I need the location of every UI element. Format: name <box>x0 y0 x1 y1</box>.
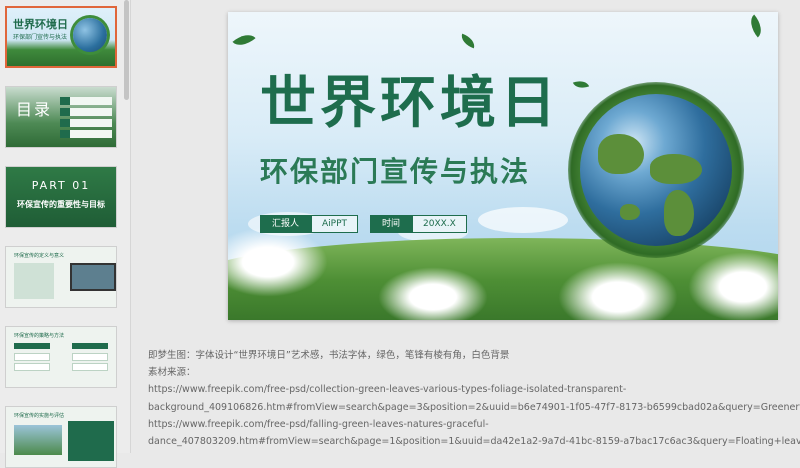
thumbnail-title: PART 01 <box>31 179 91 192</box>
slide-thumbnail-panel: 世界环境日 环保部门宣传与执法 目录 PART 01 环保宣传的重要性与目标 环… <box>0 0 131 468</box>
slide-thumbnail-5[interactable]: 环保宣传的策略与方法 <box>5 326 117 388</box>
slide-thumbnail-1[interactable]: 世界环境日 环保部门宣传与执法 <box>5 6 117 68</box>
thumbnail-title: 环保宣传的策略与方法 <box>14 333 65 339</box>
notes-line: background_409106826.htm#fromView=search… <box>148 401 800 413</box>
reporter-label: 汇报人 <box>260 215 312 233</box>
thumbnail-text-block <box>68 421 114 461</box>
earth-globe-image <box>580 94 732 246</box>
notes-line: dance_407803209.htm#fromView=search&page… <box>148 436 800 448</box>
thumbnail-title: 目录 <box>16 100 53 119</box>
thumbnail-text-block <box>14 263 54 299</box>
slide-thumbnail-6[interactable]: 环保宣传的实施与评估 <box>5 406 117 468</box>
thumbnail-subtitle: 环保部门宣传与执法 <box>13 34 68 41</box>
notes-line: 素材来源： <box>148 367 196 379</box>
slide-thumbnail-2[interactable]: 目录 <box>5 86 117 148</box>
slide-title: 世界环境日 <box>260 70 560 136</box>
time-tag: 时间 20XX.X <box>370 215 467 233</box>
notes-line: https://www.freepik.com/free-psd/collect… <box>148 384 627 396</box>
notes-line: https://www.freepik.com/free-psd/falling… <box>148 418 489 430</box>
speaker-notes[interactable]: 即梦生图：字体设计“世界环境日”艺术感，书法字体，绿色，笔锋有棱有角，白色背景 … <box>148 347 800 450</box>
landscape-image <box>14 425 62 455</box>
reporter-tag: 汇报人 AiPPT <box>260 215 359 233</box>
thumbnail-title: 环保宣传的定义与意义 <box>14 253 65 259</box>
slide-thumbnail-4[interactable]: 环保宣传的定义与意义 <box>5 246 117 308</box>
time-value: 20XX.X <box>412 215 467 233</box>
thumbnail-title: 环保宣传的实施与评估 <box>14 413 65 419</box>
main-slide[interactable]: 世界环境日 环保部门宣传与执法 汇报人 AiPPT 时间 20XX.X <box>228 12 778 320</box>
slide-thumbnail-3[interactable]: PART 01 环保宣传的重要性与目标 <box>5 166 117 228</box>
thumbnail-subtitle: 环保宣传的重要性与目标 <box>17 200 105 209</box>
reporter-value: AiPPT <box>311 215 359 233</box>
slide-subtitle: 环保部门宣传与执法 <box>260 155 531 188</box>
thumbnail-scrollbar[interactable] <box>124 0 129 100</box>
leaf-icon <box>572 77 590 92</box>
thumbnail-title: 世界环境日 <box>13 18 68 31</box>
leaf-icon <box>458 33 478 49</box>
notes-line: 即梦生图：字体设计“世界环境日”艺术感，书法字体，绿色，笔锋有棱有角，白色背景 <box>148 350 510 361</box>
leaf-icon <box>232 28 256 52</box>
leaf-icon <box>744 14 768 38</box>
time-label: 时间 <box>370 215 413 233</box>
toc-rows <box>60 97 112 141</box>
earth-image <box>73 18 107 52</box>
laptop-image <box>70 263 116 291</box>
